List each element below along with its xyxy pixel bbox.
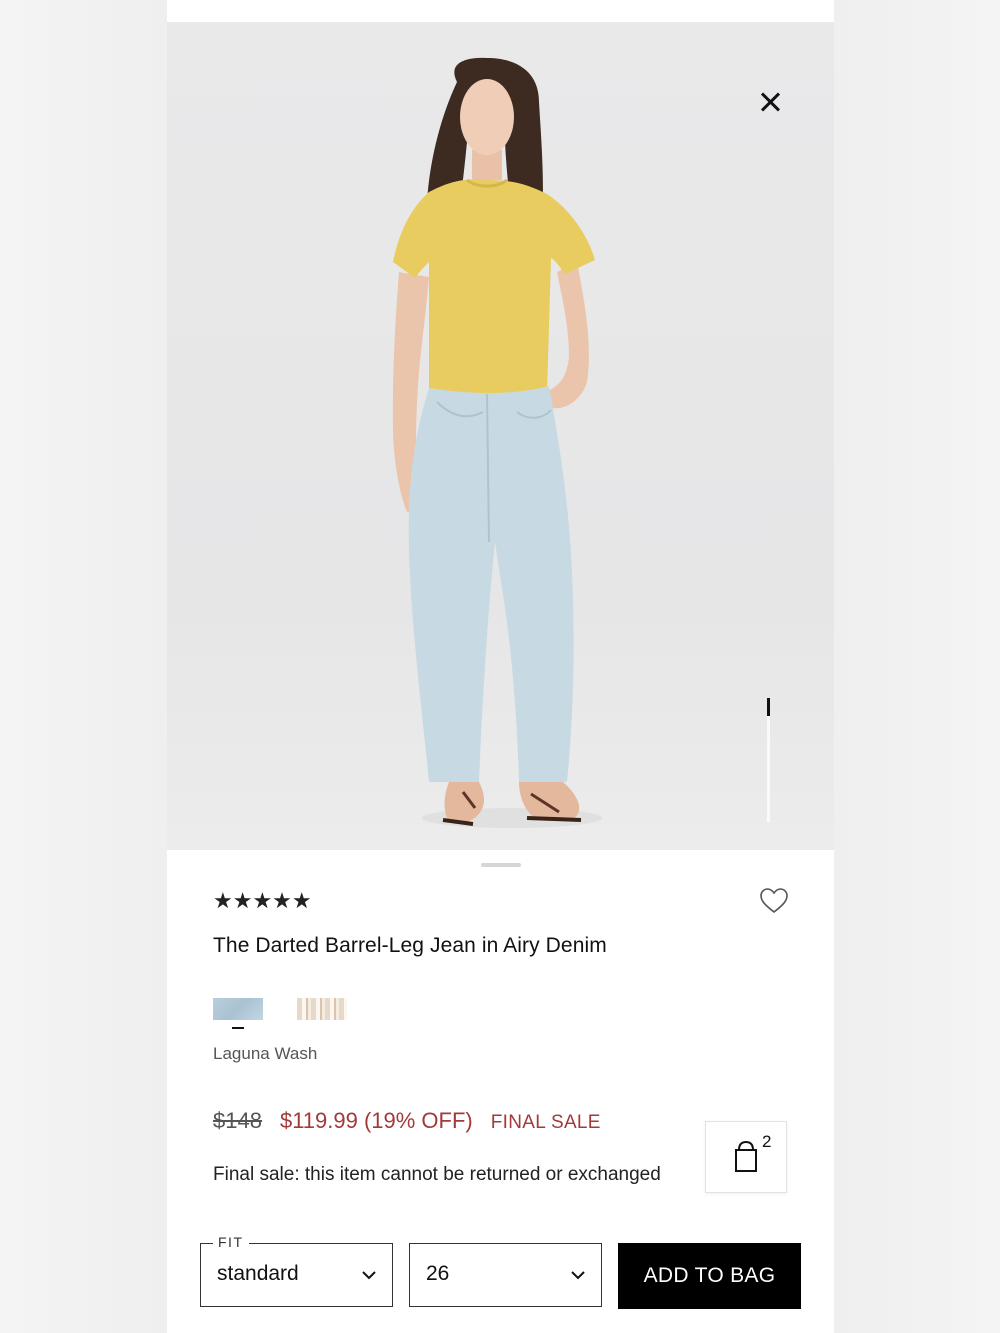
background-left	[0, 0, 167, 1333]
bag-count-badge: 2	[762, 1132, 772, 1151]
fit-label: FIT	[213, 1234, 249, 1250]
product-quickview-panel: ★★★★★ The Darted Barrel-Leg Jean in Airy…	[167, 0, 834, 1333]
original-price: $148	[213, 1108, 262, 1133]
rating-stars[interactable]: ★★★★★	[213, 888, 312, 914]
shopping-bag-icon	[735, 1140, 757, 1172]
sale-price: $119.99 (19% OFF)	[279, 1108, 473, 1133]
fit-select[interactable]: FIT standard	[200, 1234, 393, 1307]
final-sale-note: Final sale: this item cannot be returned…	[213, 1164, 661, 1185]
model-photo	[392, 57, 602, 828]
rating-stars-text: ★★★★★	[213, 888, 312, 913]
product-image[interactable]	[167, 22, 834, 850]
selected-swatch-indicator	[232, 1027, 244, 1029]
close-icon[interactable]	[757, 88, 783, 116]
color-swatch-stripe[interactable]	[297, 998, 347, 1020]
product-title: The Darted Barrel-Leg Jean in Airy Denim	[213, 934, 607, 957]
heart-icon[interactable]	[759, 886, 789, 916]
color-swatch-laguna-wash[interactable]	[213, 998, 263, 1020]
fit-value: standard	[217, 1262, 299, 1285]
add-to-bag-button[interactable]: ADD TO BAG	[618, 1243, 801, 1309]
chevron-down-icon	[362, 1271, 376, 1280]
image-scroll-track[interactable]	[767, 698, 770, 822]
price-row: $148 $119.99 (19% OFF) FINAL SALE	[213, 1108, 601, 1134]
chevron-down-icon	[571, 1271, 585, 1280]
final-sale-tag: FINAL SALE	[490, 1112, 601, 1133]
color-name: Laguna Wash	[213, 1044, 318, 1063]
shopping-bag-button[interactable]: 2	[705, 1121, 787, 1193]
image-scroll-thumb[interactable]	[767, 698, 770, 716]
purchase-bar: FIT standard 26 ADD TO BAG	[167, 1216, 834, 1333]
size-value: 26	[426, 1262, 450, 1285]
background-right	[833, 0, 1000, 1333]
sheet-drag-handle[interactable]	[481, 863, 521, 867]
size-select[interactable]: 26	[409, 1243, 602, 1307]
